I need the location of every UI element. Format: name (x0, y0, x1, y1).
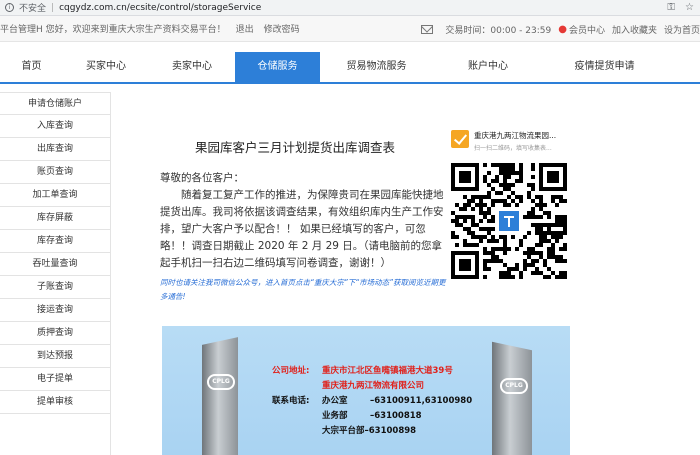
top-strip: 平台管理H 您好，欢迎来到重庆大宗生产资料交易平台！ 退出 修改密码 交易时间：… (0, 16, 700, 42)
qr-card-name: 重庆港九两江物流果园... (474, 131, 557, 140)
sidebar-item-bill-review[interactable]: 提单审核 (0, 391, 110, 414)
sidebar-item-throughput-query[interactable]: 吞吐量查询 (0, 253, 110, 276)
nav-account-center[interactable]: 账户中心 (433, 52, 543, 82)
poster-contact-card: 公司地址: 重庆市江北区鱼嘴镇福港大道39号 重庆港九两江物流有限公司 联系电话… (272, 364, 482, 439)
sidebar-item-sub-account-query[interactable]: 子账查询 (0, 276, 110, 299)
top-strip-right: 交易时间：00:00 - 23:59 ● 会员中心 加入收藏夹 设为首页 (414, 16, 700, 42)
main-nav: 首页 买家中心 卖家中心 仓储服务 贸易物流服务 账户中心 疫情提货申请 (0, 52, 700, 84)
browser-address-bar[interactable]: i 不安全 | cqgydz.com.cn/ecsite/control/sto… (0, 0, 700, 16)
security-label: 不安全 (19, 4, 47, 14)
poster-pillar-right (492, 341, 532, 455)
nav-pickup-application[interactable]: 疫情提货申请 (543, 52, 666, 82)
browser-actions: ⚿ ☆ (667, 2, 694, 13)
sidebar-item-e-bill-of-lading[interactable]: 电子提单 (0, 368, 110, 391)
key-icon[interactable]: ⚿ (667, 2, 675, 13)
sidebar-item-outbound-query[interactable]: 出库查询 (0, 138, 110, 161)
sidebar: 申请仓储账户 入库查询 出库查询 账页查询 加工单查询 库存屏蔽 库存查询 吞吐… (0, 92, 110, 414)
set-home-link[interactable]: 设为首页 (664, 23, 700, 36)
greeting-text: 平台管理H 您好，欢迎来到重庆大宗生产资料交易平台！ (0, 25, 226, 35)
company-name: 重庆港九两江物流有限公司 (322, 381, 425, 391)
content-divider (110, 92, 111, 455)
member-icon: ● (558, 23, 567, 35)
phone-number: –63100911,63100980 (370, 396, 473, 406)
phone-dept: 业务部 (322, 411, 348, 421)
change-password-link[interactable]: 修改密码 (264, 22, 300, 35)
qr-card-header: 重庆港九两江物流果园... 扫一扫二维码，填写收集表... (451, 130, 571, 152)
phone-dept: 办公室 (322, 396, 348, 406)
sidebar-item-inventory-query[interactable]: 库存查询 (0, 230, 110, 253)
url-text[interactable]: cqgydz.com.cn/ecsite/control/storageServ… (59, 3, 261, 13)
nav-buyer-center[interactable]: 买家中心 (63, 52, 149, 82)
member-center-link[interactable]: 会员中心 (569, 23, 605, 36)
company-poster: CPLG CPLG 公司地址: 重庆市江北区鱼嘴镇福港大道39号 重庆港九两江物… (162, 326, 570, 455)
article-paragraph: 随着复工复产工作的推进，为保障贵司在果园库能快捷地提货出库。我司将依据该调查结果… (160, 189, 444, 269)
star-icon[interactable]: ☆ (685, 2, 694, 13)
checkbox-icon (451, 130, 469, 148)
address-label: 公司地址: (272, 366, 310, 376)
article-note[interactable]: 同时也请关注我司微信公众号，进入首页点击“重庆大宗”下“市场动态”获取阅览近期更… (160, 276, 450, 304)
phone-number: –63100898 (364, 426, 417, 436)
phone-dept: 大宗平台部 (322, 426, 365, 436)
article-body: 尊敬的各位客户： 随着复工复产工作的推进，为保障贵司在果园库能快捷地提货出库。我… (160, 170, 445, 272)
mail-icon[interactable] (421, 24, 434, 34)
article-salutation: 尊敬的各位客户： (160, 172, 244, 184)
sidebar-item-apply-storage-account[interactable]: 申请仓储账户 (0, 92, 110, 115)
logout-link[interactable]: 退出 (236, 22, 254, 35)
trade-time: 交易时间：00:00 - 23:59 (445, 25, 552, 36)
sidebar-item-inbound-query[interactable]: 入库查询 (0, 115, 110, 138)
info-icon[interactable]: i (5, 3, 14, 12)
nav-seller-center[interactable]: 卖家中心 (149, 52, 235, 82)
article-title: 果园库客户三月计划提货出库调查表 (194, 140, 395, 155)
poster-logo-right: CPLG (500, 378, 528, 394)
phone-label: 联系电话: (272, 396, 310, 406)
qr-card-hint: 扫一扫二维码，填写收集表... (474, 145, 552, 152)
poster-pillar-left (202, 337, 238, 455)
poster-logo-left: CPLG (207, 374, 235, 390)
qr-code (451, 163, 567, 279)
phone-number: –63100818 (370, 411, 422, 421)
sidebar-item-transfer-query[interactable]: 接运查询 (0, 299, 110, 322)
nav-storage-service[interactable]: 仓储服务 (235, 52, 320, 82)
sidebar-item-inventory-block[interactable]: 库存屏蔽 (0, 207, 110, 230)
sidebar-item-processing-order-query[interactable]: 加工单查询 (0, 184, 110, 207)
sidebar-item-ledger-query[interactable]: 账页查询 (0, 161, 110, 184)
sidebar-item-pledge-query[interactable]: 质押查询 (0, 322, 110, 345)
nav-trade-logistics[interactable]: 贸易物流服务 (320, 52, 433, 82)
sidebar-item-arrival-forecast[interactable]: 到达预报 (0, 345, 110, 368)
separator: | (51, 2, 55, 13)
nav-home[interactable]: 首页 (0, 52, 63, 82)
address-text: 重庆市江北区鱼嘴镇福港大道39号 (322, 366, 453, 376)
add-favorite-link[interactable]: 加入收藏夹 (612, 23, 657, 36)
